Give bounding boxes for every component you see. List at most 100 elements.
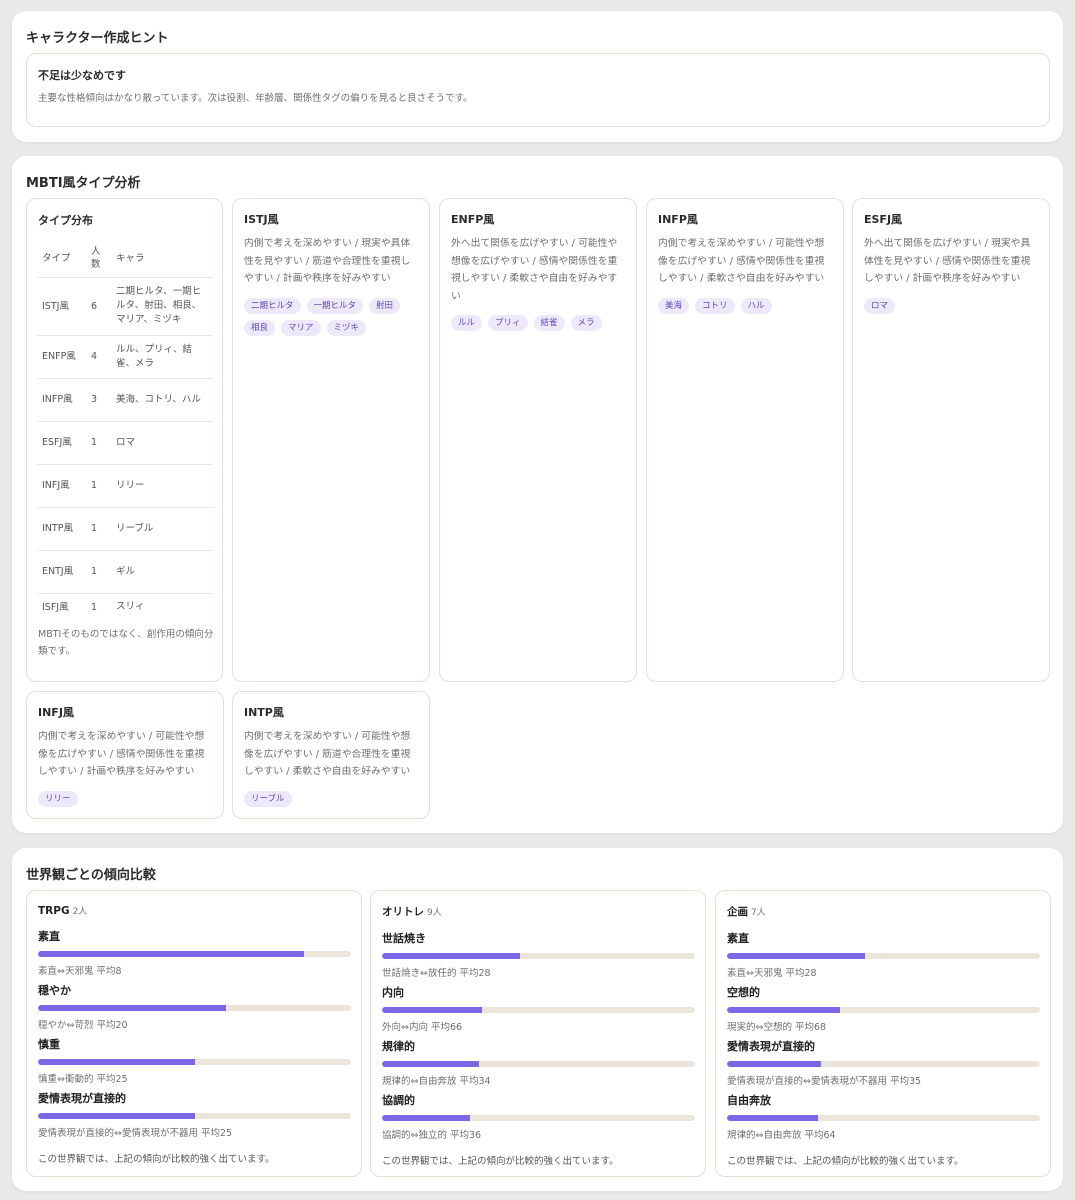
type-distribution-row: ESFJ風 1 ロマ [37,420,213,464]
character-chip: コトリ [695,297,735,314]
trait-sub: 慎重⇔衝動的 平均25 [38,1074,128,1085]
trait-bar-fill [727,1061,821,1067]
trait-bar-fill [38,1113,195,1119]
world-count: 9人 [427,908,442,918]
world-name: 企画 [727,906,748,918]
type-card-title: ESFJ風 [864,213,903,226]
trait-bar-fill [727,953,865,959]
col-count-header: 人数 [91,246,101,271]
trait-bar-fill [382,1007,483,1013]
row-chars: ギル [111,549,213,593]
row-count: 1 [86,592,111,621]
trait-sub: 穏やか⇔苛烈 平均20 [38,1020,128,1031]
character-chip: ロマ [864,297,896,314]
trait-label: 慎重 [38,1038,60,1051]
world-count: 7人 [751,908,766,918]
trait-sub: 規律的⇔自由奔放 平均34 [382,1076,491,1087]
type-card: ISTJ風 内側で考えを深めやすい / 現実や具体性を見やすい / 筋道や合理性を… [232,198,430,682]
type-distribution-title: タイプ分布 [38,214,93,227]
character-chip: 射田 [369,297,401,314]
row-count: 1 [86,549,111,593]
trait-sub: 愛情表現が直接的⇔愛情表現が不器用 平均25 [38,1128,233,1139]
world-card: 企画 7人 素直 素直⇔天邪鬼 平均28 空想的 現実的⇔空想的 平均68 愛情表現が直接的… [715,890,1051,1177]
trait-sub: 世話焼き⇔放任的 平均28 [382,968,491,979]
row-chars: スリィ [111,592,213,621]
mbti-title: MBTI風タイプ分析 [26,176,141,191]
world-note: この世界観では、上記の傾向が比較的強く出ています。 [727,1156,964,1167]
type-distribution-row: INTP風 1 リーブル [37,506,213,550]
type-card-title: ENFP風 [451,213,495,226]
character-chip: 美海 [658,297,690,314]
type-distribution-row: INFP風 3 美海、コトリ、ハル [37,377,213,421]
trait-bar-fill [38,1059,195,1065]
row-count: 3 [86,377,111,421]
trait-bar-fill [382,953,520,959]
trait-bar-fill [382,1115,470,1121]
trait-label: 穏やか [38,984,71,997]
mbti-section: MBTI風タイプ分析 タイプ分布 タイプ 人数 キャラ ISTJ風 6 二期ヒルタ、… [12,156,1063,833]
type-distribution-row: ENTJ風 1 ギル [37,549,213,593]
row-type: ENTJ風 [37,549,86,593]
worlds-section: 世界観ごとの傾向比較 TRPG 2人 素直 素直⇔天邪鬼 平均8 穏やか 穏やか⇔苛烈 平… [12,848,1063,1191]
type-distribution-table: タイプ 人数 キャラ ISTJ風 6 二期ヒルタ、一期ヒルタ、射田、相良、マリア、ミ… [37,240,213,621]
trait-sub: 愛情表現が直接的⇔愛情表現が不器用 平均35 [727,1076,922,1087]
row-type: ISTJ風 [37,276,86,335]
hints-card-title: 不足は少なめです [38,69,126,82]
type-card: INTP風 内側で考えを深めやすい / 可能性や想像を広げやすい / 筋道や合理性… [232,691,430,819]
trait-bar [727,1115,1040,1121]
row-chars: ルル、プリィ、結雀、メラ [111,334,213,378]
character-chip: リリー [38,790,78,807]
col-chars-header: キャラ [116,252,145,264]
row-count: 1 [86,420,111,464]
type-card-desc: 外へ出て関係を広げやすい / 現実や具体性を見やすい / 感情や関係性を重視しや… [864,238,1031,284]
world-card-header: 企画 7人 [727,904,1040,919]
type-card: ESFJ風外へ出て関係を広げやすい / 現実や具体性を見やすい / 感情や関係性… [852,198,1050,682]
row-count: 6 [86,276,111,335]
trait-label: 愛情表現が直接的 [727,1040,815,1053]
col-type-header: タイプ [42,252,71,264]
row-chars: 二期ヒルタ、一期ヒルタ、射田、相良、マリア、ミヅキ [111,276,213,335]
type-distribution-row: ISTJ風 6 二期ヒルタ、一期ヒルタ、射田、相良、マリア、ミヅキ [37,276,213,335]
row-count: 1 [86,463,111,507]
character-chips: 二期ヒルタ 一期ヒルタ 射田 相良 マリア ミヅキ [244,297,419,336]
row-type: ENFP風 [37,334,86,378]
trait-bar-fill [38,951,305,957]
type-card-title: INTP風 [244,706,284,719]
trait-bar [382,1061,695,1067]
character-chips: ロマ [864,297,1039,314]
character-chip: ルル [451,315,483,331]
world-note: この世界観では、上記の傾向が比較的強く出ています。 [382,1156,619,1167]
character-chip: ミヅキ [326,319,367,336]
trait-label: 世話焼き [382,932,426,945]
trait-sub: 素直⇔天邪鬼 平均28 [727,968,817,979]
trait-label: 自由奔放 [727,1094,771,1107]
trait-label: 空想的 [727,986,760,999]
hints-card-desc: 主要な性格傾向はかなり散っています。次は役割、年齢層、関係性タグの偏りを見ると良… [38,93,473,104]
world-name: オリトレ [382,906,424,918]
type-card: INFJ風 内側で考えを深めやすい / 可能性や想像を広げやすい / 感情や関係性… [26,691,224,819]
type-distribution-row: ENFP風 4 ルル、プリィ、結雀、メラ [37,334,213,378]
character-chip: 相良 [244,319,276,336]
row-type: INFJ風 [37,463,86,507]
row-chars: ロマ [111,420,213,464]
trait-bar-fill [38,1005,226,1011]
row-type: ESFJ風 [37,420,86,464]
trait-bar [38,1113,351,1119]
trait-bar [727,1061,1040,1067]
trait-bar [382,953,695,959]
row-chars: リリー [111,463,213,507]
trait-bar [382,1007,695,1013]
row-type: ISFJ風 [37,592,86,621]
trait-label: 素直 [38,930,60,943]
trait-bar [38,951,351,957]
type-card-desc: 内側で考えを深めやすい / 可能性や想像を広げやすい / 感情や関係性を重視しや… [658,238,825,284]
world-card: TRPG 2人 素直 素直⇔天邪鬼 平均8 穏やか 穏やか⇔苛烈 平均20 慎重 慎重⇔衝動的… [26,890,362,1177]
type-distribution-note: MBTIそのものではなく、創作用の傾向分類です。 [38,629,214,657]
type-distribution-row: INFJ風 1 リリー [37,463,213,507]
trait-label: 内向 [382,986,404,999]
hints-section: キャラクター作成ヒント 不足は少なめです 主要な性格傾向はかなり散っています。次… [12,11,1063,142]
type-card-desc: 外へ出て関係を広げやすい / 可能性や想像を広げやすい / 感情や関係性を重視し… [451,238,618,302]
trait-label: 規律的 [382,1040,415,1053]
character-chip: メラ [570,315,602,331]
trait-bar [727,1007,1040,1013]
